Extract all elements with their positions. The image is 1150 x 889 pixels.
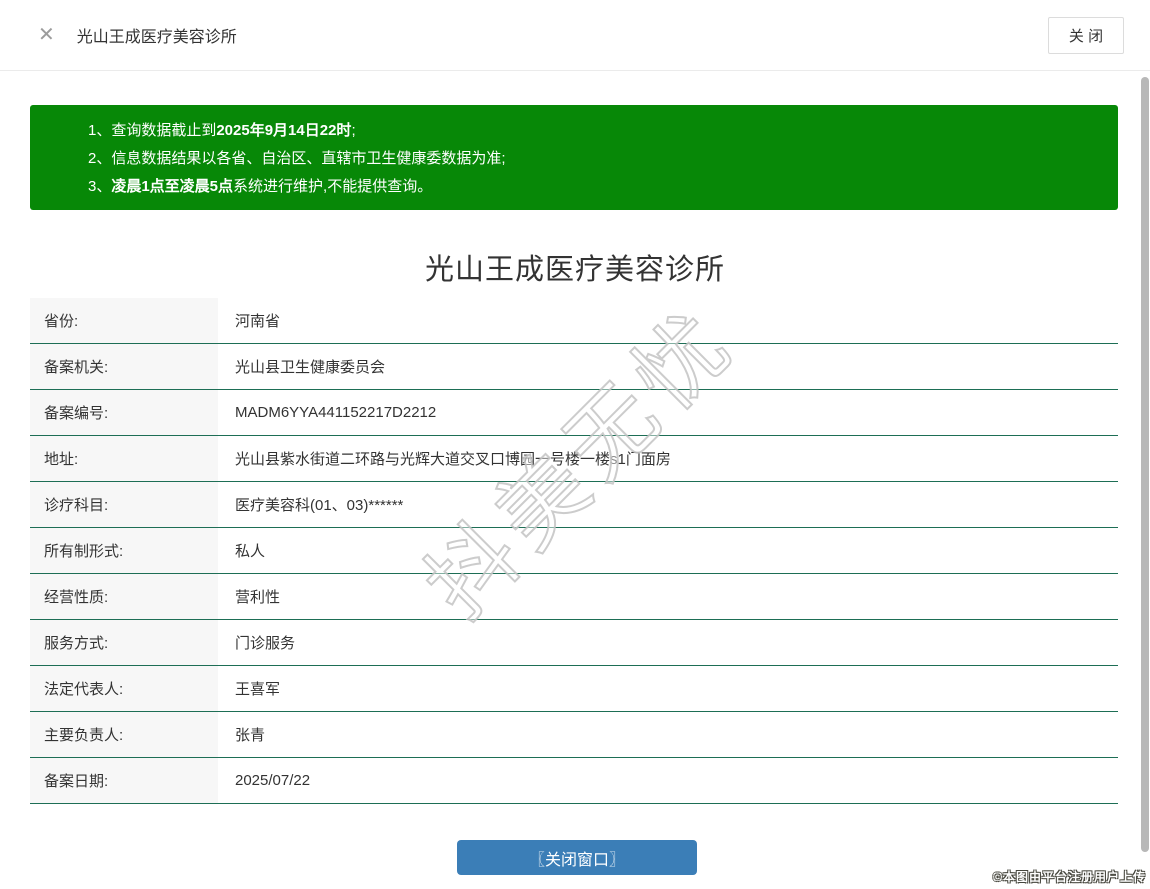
record-table: 省份: 河南省 备案机关: 光山县卫生健康委员会 备案编号: MADM6YYA4… [30, 298, 1118, 804]
row-label: 备案编号: [30, 390, 218, 435]
table-row-filing-date: 备案日期: 2025/07/22 [30, 758, 1118, 804]
row-value: 张青 [235, 727, 266, 744]
row-label: 主要负责人: [30, 712, 218, 757]
table-row-address: 地址: 光山县紫水街道二环路与光辉大道交叉口博园一号楼一楼s1门面房 [30, 436, 1118, 482]
table-row-filing-authority: 备案机关: 光山县卫生健康委员会 [30, 344, 1118, 390]
row-value: 河南省 [235, 313, 281, 330]
scrollbar-thumb[interactable] [1141, 77, 1149, 852]
table-row-province: 省份: 河南省 [30, 298, 1118, 344]
page-title: 光山王成医疗美容诊所 [76, 29, 237, 46]
row-label: 服务方式: [30, 620, 218, 665]
table-row-filing-number: 备案编号: MADM6YYA441152217D2212 [30, 390, 1118, 436]
row-label: 省份: [30, 298, 218, 343]
close-window-button[interactable]: 〖关闭窗口〗 [457, 840, 697, 875]
table-row-legal-representative: 法定代表人: 王喜军 [30, 666, 1118, 712]
row-label: 法定代表人: [30, 666, 218, 711]
row-value: 门诊服务 [235, 635, 296, 652]
notice-line-1: 1、查询数据截止到2025年9月14日22时; [88, 122, 356, 139]
row-value: 医疗美容科(01、03)****** [235, 497, 404, 514]
row-label: 诊疗科目: [30, 482, 218, 527]
table-row-service-mode: 服务方式: 门诊服务 [30, 620, 1118, 666]
row-value: 光山县紫水街道二环路与光辉大道交叉口博园一号楼一楼s1门面房 [235, 451, 671, 468]
row-value: 2025/07/22 [235, 772, 311, 789]
table-row-business-nature: 经营性质: 营利性 [30, 574, 1118, 620]
row-value: 营利性 [235, 589, 281, 606]
row-label: 所有制形式: [30, 528, 218, 573]
row-value: 光山县卫生健康委员会 [235, 359, 386, 376]
table-row-treatment-subjects: 诊疗科目: 医疗美容科(01、03)****** [30, 482, 1118, 528]
upload-credit-watermark: ©本图由平台注册用户上传 [993, 870, 1146, 884]
close-button[interactable]: 关 闭 [1048, 16, 1124, 54]
row-value: 私人 [235, 543, 266, 560]
table-row-main-person-in-charge: 主要负责人: 张青 [30, 712, 1118, 758]
row-label: 经营性质: [30, 574, 218, 619]
close-icon[interactable]: ✕ [38, 25, 55, 45]
row-value: 王喜军 [235, 681, 281, 698]
row-label: 备案机关: [30, 344, 218, 389]
header: ✕ 光山王成医疗美容诊所 关 闭 [0, 0, 1150, 71]
table-row-ownership-form: 所有制形式: 私人 [30, 528, 1118, 574]
record-title: 光山王成医疗美容诊所 [424, 254, 725, 286]
row-value: MADM6YYA441152217D2212 [235, 404, 437, 421]
notice-line-3: 3、凌晨1点至凌晨5点系统进行维护,不能提供查询。 [88, 178, 433, 195]
notice-line-2: 2、信息数据结果以各省、自治区、直辖市卫生健康委数据为准; [88, 150, 506, 167]
row-label: 备案日期: [30, 758, 218, 803]
row-label: 地址: [30, 436, 218, 481]
notice-banner: 1、查询数据截止到2025年9月14日22时; 2、信息数据结果以各省、自治区、… [30, 105, 1118, 210]
